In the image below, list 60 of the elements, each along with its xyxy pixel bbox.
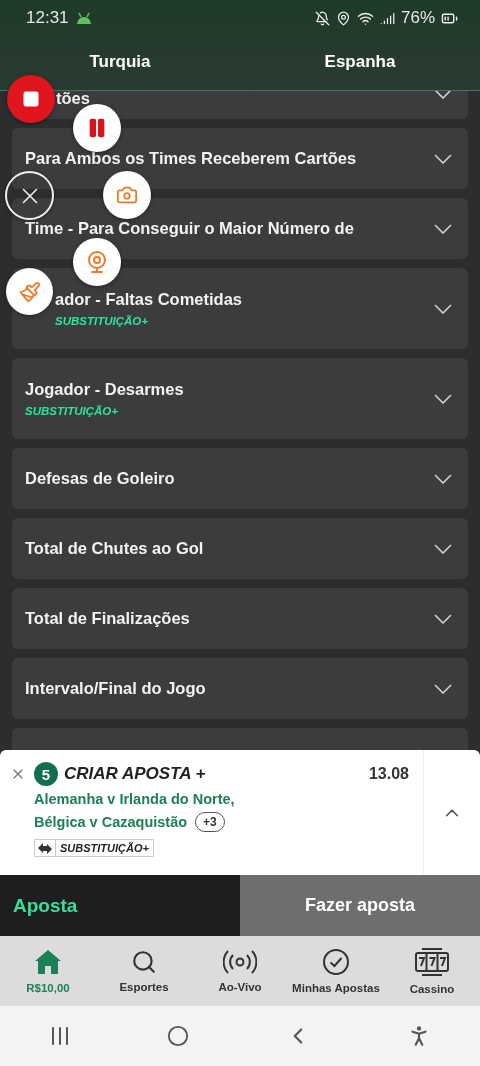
- team-tab[interactable]: Turquia: [0, 36, 240, 90]
- market-card[interactable]: Time - Para Conseguir o Maior Número de: [12, 198, 468, 259]
- market-card[interactable]: Total de Chutes ao Gol: [12, 518, 468, 579]
- chevron-icon[interactable]: [434, 303, 452, 314]
- market-title: Intervalo/Final do Jogo: [25, 679, 207, 698]
- market-card[interactable]: Intervalo/Final do Jogo: [12, 658, 468, 719]
- search-icon: [131, 949, 157, 975]
- signal-icon: [379, 10, 395, 26]
- place-bet-button[interactable]: Fazer aposta: [240, 875, 480, 936]
- market-title: tões: [56, 91, 91, 108]
- odds: 13.08: [368, 765, 409, 783]
- home-icon: [33, 948, 63, 976]
- market-title: Para Ambos os Times Receberem Cartões: [25, 149, 358, 168]
- android-robot-icon: [74, 10, 93, 26]
- nav-tab[interactable]: Minhas Apostas: [288, 936, 384, 1006]
- tag-label: SUBSTITUIÇÃO+: [55, 840, 153, 856]
- selection-count: 5: [34, 762, 58, 786]
- check-circle-icon: [322, 948, 350, 976]
- slot-machine-icon: [414, 947, 450, 977]
- market-title: Total de Finalizações: [25, 609, 191, 628]
- market-card[interactable]: Total de Finalizações: [12, 588, 468, 649]
- home-button-icon[interactable]: [167, 1025, 190, 1047]
- market-card[interactable]: Para Ambos os Times Receberem Cartões: [12, 128, 468, 189]
- bet-label: Aposta: [0, 875, 240, 936]
- substitution-label: SUBSTITUIÇÃO+: [55, 315, 149, 327]
- chevron-icon[interactable]: [434, 153, 452, 164]
- chevron-icon[interactable]: [434, 613, 452, 624]
- chevron-icon[interactable]: [434, 91, 452, 99]
- close-button[interactable]: [5, 171, 54, 220]
- mute-icon: [314, 10, 330, 26]
- battery-percent: 76%: [400, 8, 435, 28]
- webcam-icon: [85, 250, 109, 274]
- market-title: Jogador - Desarmes: [25, 380, 185, 399]
- event-name: Alemanha v Irlanda do Norte,: [34, 791, 236, 807]
- nav-tab[interactable]: Cassino: [384, 936, 480, 1006]
- market-title: Total de Chutes ao Gol: [25, 539, 205, 558]
- market-card[interactable]: ador - Faltas Cometidas SUBSTITUIÇÃO+: [12, 268, 468, 349]
- substitution-label: SUBSTITUIÇÃO+: [25, 405, 119, 417]
- event-name: Bélgica v Cazaquistão: [34, 814, 188, 830]
- market-title: ador - Faltas Cometidas: [55, 290, 244, 309]
- location-icon: [335, 10, 351, 26]
- broadcast-icon: [223, 949, 257, 975]
- market-title: Defesas de Goleiro: [25, 469, 176, 488]
- market-card[interactable]: Jogador - Desarmes SUBSTITUIÇÃO+: [12, 358, 468, 439]
- chevron-icon[interactable]: [434, 473, 452, 484]
- nav-tab[interactable]: Esportes: [96, 936, 192, 1006]
- chevron-icon[interactable]: [434, 393, 452, 404]
- market-title: Time - Para Conseguir o Maior Número de: [25, 219, 355, 238]
- chevron-icon[interactable]: [434, 683, 452, 694]
- nav-tab[interactable]: R$10,00: [0, 936, 96, 1006]
- stop-icon: [22, 90, 40, 108]
- market-card[interactable]: Defesas de Goleiro: [12, 448, 468, 509]
- chevron-icon[interactable]: [434, 543, 452, 554]
- slip-title: CRIAR APOSTA +: [64, 764, 207, 784]
- brush-icon: [18, 280, 41, 303]
- clock-time: 12:31: [26, 8, 69, 28]
- team-tab[interactable]: Espanha: [240, 36, 480, 90]
- nav-tab[interactable]: Ao-Vivo: [192, 936, 288, 1006]
- chevron-icon[interactable]: [434, 223, 452, 234]
- camera-icon: [116, 184, 138, 206]
